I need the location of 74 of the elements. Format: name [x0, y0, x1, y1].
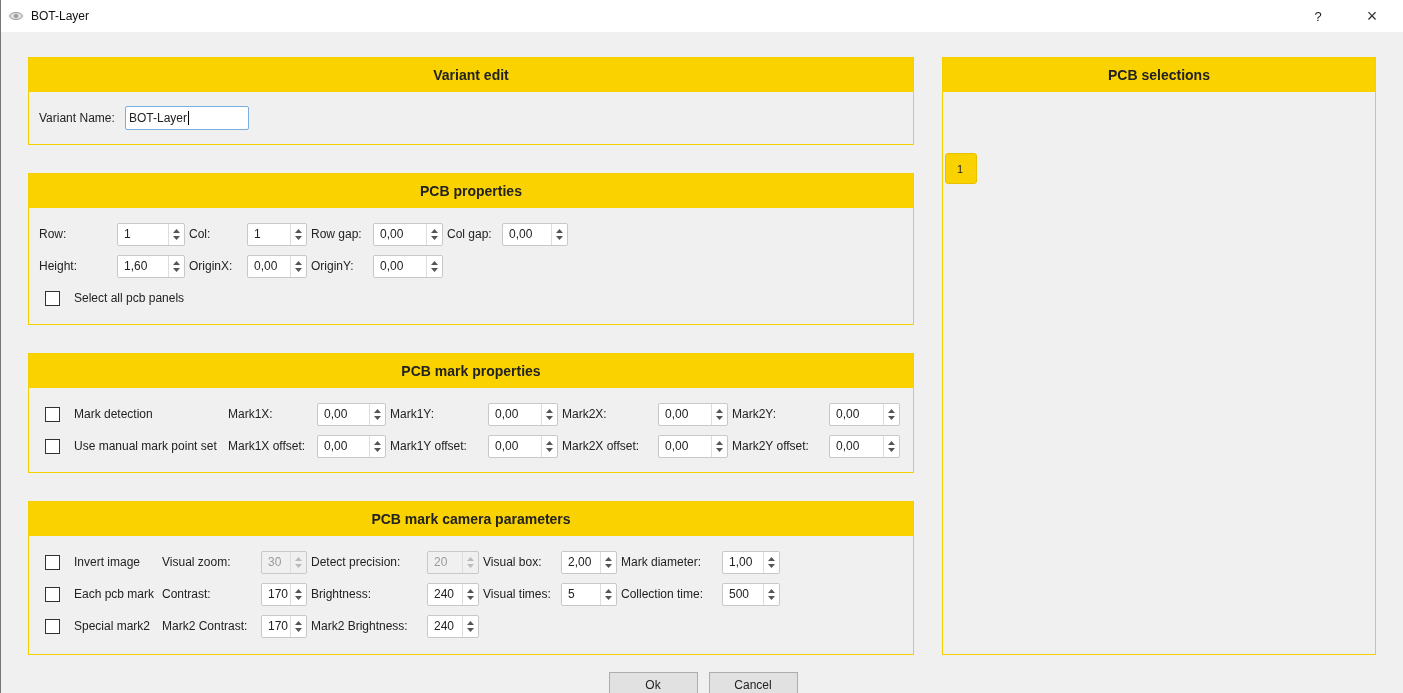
checkbox-label: Each pcb mark	[74, 587, 155, 601]
field-label: Mark1Y offset:	[390, 439, 468, 453]
spin-box[interactable]: 170	[261, 582, 307, 606]
field-label: Col gap:	[447, 227, 493, 241]
spin-box[interactable]: 0,00	[488, 402, 558, 426]
field-label: Collection time:	[621, 587, 705, 601]
close-button[interactable]: ×	[1341, 5, 1403, 27]
spin-box[interactable]: 1	[247, 222, 307, 246]
window-title: BOT-Layer	[31, 9, 90, 23]
dialog-button[interactable]: Ok	[608, 672, 698, 693]
field-label: Mark2 Contrast:	[162, 619, 249, 633]
spin-box[interactable]: 0,00	[829, 434, 900, 458]
spin-box[interactable]: 2,00	[561, 550, 617, 574]
section-header: PCB mark properties	[29, 354, 913, 388]
spin-box[interactable]: 170	[261, 614, 307, 638]
spin-box[interactable]: 0,00	[317, 434, 386, 458]
checkbox[interactable]	[45, 406, 60, 422]
panel-chip[interactable]: 1	[945, 153, 977, 184]
section-header: Variant edit	[29, 58, 913, 92]
spin-box[interactable]: 0,00	[317, 402, 386, 426]
spin-box[interactable]: 0,00	[373, 222, 443, 246]
checkbox-label: Mark detection	[74, 407, 153, 421]
field-label: Visual zoom:	[162, 555, 232, 569]
field-label: Row gap:	[311, 227, 363, 241]
field-label: Mark2X:	[562, 407, 608, 421]
spin-box[interactable]: 240	[427, 582, 479, 606]
checkbox-label: Invert image	[74, 555, 141, 569]
section-header: PCB mark camera parameters	[29, 502, 913, 536]
spin-box[interactable]: 0,00	[658, 434, 728, 458]
text-field[interactable]: BOT-Layer	[125, 106, 249, 130]
spin-box[interactable]: 1,60	[117, 254, 185, 278]
field-label: Detect precision:	[311, 555, 402, 569]
spin-box[interactable]: 5	[561, 582, 617, 606]
field-label: OriginY:	[311, 259, 355, 273]
field-label: OriginX:	[189, 259, 234, 273]
checkbox[interactable]	[45, 586, 60, 602]
dialog-button[interactable]: Cancel	[708, 672, 798, 693]
spin-box[interactable]: 0,00	[829, 402, 900, 426]
field-label: Brightness:	[311, 587, 373, 601]
spin-box[interactable]: 240	[427, 614, 479, 638]
field-label: Mark2Y offset:	[732, 439, 810, 453]
field-label: Variant Name:	[39, 111, 116, 125]
checkbox[interactable]	[45, 554, 60, 570]
spin-box[interactable]: 500	[722, 582, 780, 606]
field-label: Mark1Y:	[390, 407, 435, 421]
spin-box[interactable]: 0,00	[502, 222, 568, 246]
field-label: Mark2 Brightness:	[311, 619, 409, 633]
field-label: Mark2Y:	[732, 407, 777, 421]
spin-box[interactable]: 0,00	[658, 402, 728, 426]
checkbox[interactable]	[45, 290, 60, 306]
field-label: Mark diameter:	[621, 555, 703, 569]
section-header: PCB properties	[29, 174, 913, 208]
spin-box[interactable]: 0,00	[373, 254, 443, 278]
field-label: Height:	[39, 259, 79, 273]
checkbox-label: Use manual mark point set	[74, 439, 217, 453]
field-label: Visual times:	[483, 587, 552, 601]
checkbox-label: Special mark2	[74, 619, 151, 633]
checkbox-label: Select all pcb panels	[74, 291, 185, 305]
field-label: Visual box:	[483, 555, 543, 569]
spin-box[interactable]: 0,00	[247, 254, 307, 278]
checkbox[interactable]	[45, 438, 60, 454]
field-label: Mark2X offset:	[562, 439, 641, 453]
spin-box[interactable]: 0,00	[488, 434, 558, 458]
checkbox[interactable]	[45, 618, 60, 634]
eye-icon	[9, 12, 23, 20]
field-label: Col:	[189, 227, 212, 241]
field-label: Mark1X offset:	[228, 439, 307, 453]
spin-box[interactable]: 1	[117, 222, 185, 246]
panel-header: PCB selections	[943, 58, 1375, 92]
field-label: Mark1X:	[228, 407, 274, 421]
field-label: Row:	[39, 227, 68, 241]
spin-box[interactable]: 1,00	[722, 550, 780, 574]
help-button[interactable]: ?	[1295, 8, 1341, 24]
field-label: Contrast:	[162, 587, 212, 601]
